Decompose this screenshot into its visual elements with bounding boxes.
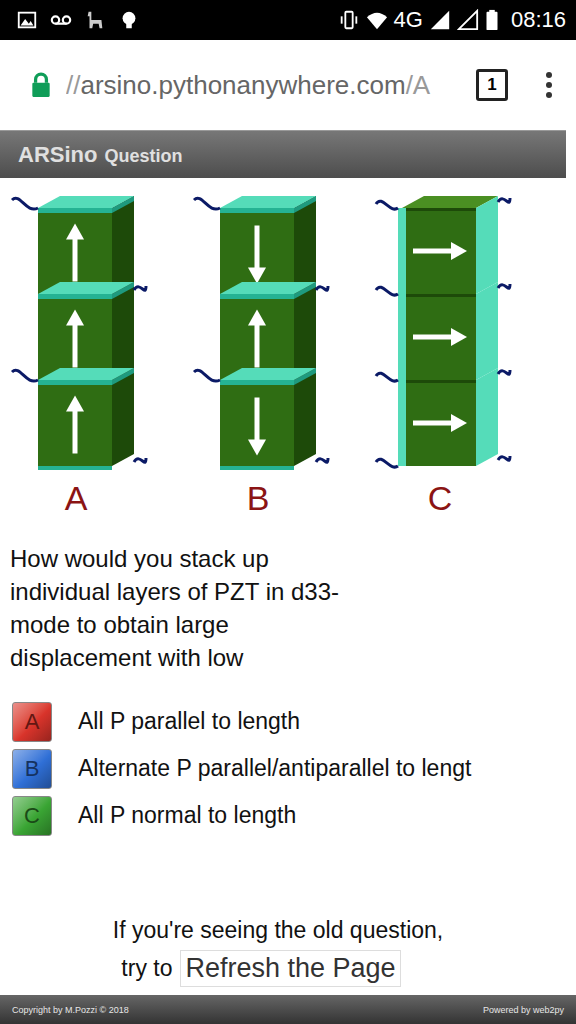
pzt-layer bbox=[38, 196, 134, 294]
powered-by: Powered by web2py bbox=[483, 1005, 564, 1015]
gallery-icon bbox=[16, 9, 38, 31]
polarization-arrow-icon bbox=[248, 268, 266, 284]
question-text: How would you stack up individual layers… bbox=[10, 542, 355, 674]
address-field[interactable]: //arsino.pythonanywhere.com/A bbox=[66, 70, 464, 101]
network-type: 4G bbox=[394, 7, 423, 33]
phone-screen: 4G 08:16 //arsino.pythonanywhere.com/A 1… bbox=[0, 0, 576, 1024]
copyright: Copyright by M.Pozzi © 2018 bbox=[12, 1005, 129, 1015]
wire bbox=[12, 198, 38, 209]
stack: B bbox=[190, 182, 330, 518]
wire bbox=[498, 370, 510, 374]
pzt-layer bbox=[220, 282, 316, 380]
wire bbox=[194, 198, 220, 209]
wire bbox=[134, 458, 146, 462]
wire bbox=[376, 373, 398, 381]
answer-button[interactable]: C bbox=[12, 796, 52, 836]
stack-label: B bbox=[247, 479, 274, 518]
pzt-layer bbox=[38, 368, 134, 466]
llama-icon bbox=[84, 9, 106, 31]
refresh-prompt: If you're seeing the old question, bbox=[113, 917, 443, 944]
polarization-arrow-icon bbox=[248, 440, 266, 456]
stack: A bbox=[8, 182, 148, 518]
vibrate-icon bbox=[338, 9, 360, 31]
bulb-icon bbox=[118, 9, 140, 31]
answer-option[interactable]: A All P parallel to length bbox=[0, 698, 576, 745]
answer-option[interactable]: B Alternate P parallel/antiparallel to l… bbox=[0, 745, 576, 792]
figure: A B C bbox=[0, 182, 576, 518]
pzt-layer bbox=[398, 282, 498, 380]
clock: 08:16 bbox=[511, 7, 566, 33]
wire bbox=[316, 458, 328, 462]
wire bbox=[498, 284, 510, 288]
browser-toolbar: //arsino.pythonanywhere.com/A 1 bbox=[0, 40, 576, 130]
menu-dots-icon[interactable] bbox=[544, 70, 554, 100]
wire bbox=[498, 456, 510, 460]
answer-button[interactable]: A bbox=[12, 702, 52, 742]
wire bbox=[12, 370, 38, 381]
status-bar: 4G 08:16 bbox=[0, 0, 576, 40]
wire bbox=[498, 198, 510, 202]
polarization-arrow-icon bbox=[248, 310, 266, 326]
answer-text: Alternate P parallel/antiparallel to len… bbox=[78, 755, 471, 782]
polarization-arrow-icon bbox=[451, 328, 467, 346]
lock-icon bbox=[28, 71, 54, 99]
header-title: Question bbox=[104, 143, 182, 167]
refresh-notice: If you're seeing the old question, try t… bbox=[0, 917, 576, 987]
signal-empty-icon bbox=[457, 9, 479, 31]
answer-button[interactable]: B bbox=[12, 749, 52, 789]
page: ARSino Question A B C How would you stac… bbox=[0, 130, 576, 1024]
refresh-lead: try to bbox=[121, 955, 172, 982]
stack-drawing bbox=[190, 182, 330, 477]
tab-switcher-button[interactable]: 1 bbox=[476, 69, 508, 101]
bottom-electrode bbox=[38, 466, 112, 470]
pzt-layer bbox=[38, 282, 134, 380]
wifi-icon bbox=[366, 9, 388, 31]
answer-text: All P normal to length bbox=[78, 802, 296, 829]
signal-icon bbox=[429, 9, 451, 31]
polarization-arrow-icon bbox=[66, 396, 84, 412]
brand: ARSino bbox=[18, 142, 97, 168]
wire bbox=[376, 459, 398, 467]
stack-drawing bbox=[8, 182, 148, 477]
polarization-arrow-icon bbox=[66, 310, 84, 326]
footer: Copyright by M.Pozzi © 2018 Powered by w… bbox=[0, 995, 576, 1024]
polarization-arrow-icon bbox=[451, 242, 467, 260]
pzt-layer bbox=[398, 368, 498, 466]
answer-list: A All P parallel to lengthB Alternate P … bbox=[0, 698, 576, 839]
pzt-layer bbox=[220, 368, 316, 466]
refresh-button[interactable]: Refresh the Page bbox=[180, 950, 400, 987]
voicemail-icon bbox=[50, 9, 72, 31]
bottom-electrode bbox=[220, 466, 294, 470]
wire bbox=[376, 287, 398, 295]
app-header: ARSino Question bbox=[0, 130, 566, 178]
stack-label: A bbox=[65, 479, 92, 518]
battery-icon bbox=[485, 9, 499, 31]
stack-label: C bbox=[428, 479, 457, 518]
wire bbox=[316, 286, 328, 290]
polarization-arrow-icon bbox=[66, 224, 84, 240]
answer-option[interactable]: C All P normal to length bbox=[0, 792, 576, 839]
wire bbox=[134, 286, 146, 290]
stack-drawing bbox=[372, 182, 512, 477]
wire bbox=[376, 201, 398, 209]
answer-text: All P parallel to length bbox=[78, 708, 300, 735]
wire bbox=[194, 370, 220, 381]
pzt-layer bbox=[220, 196, 316, 294]
stack: C bbox=[372, 182, 512, 518]
polarization-arrow-icon bbox=[451, 414, 467, 432]
pzt-layer bbox=[398, 196, 498, 294]
